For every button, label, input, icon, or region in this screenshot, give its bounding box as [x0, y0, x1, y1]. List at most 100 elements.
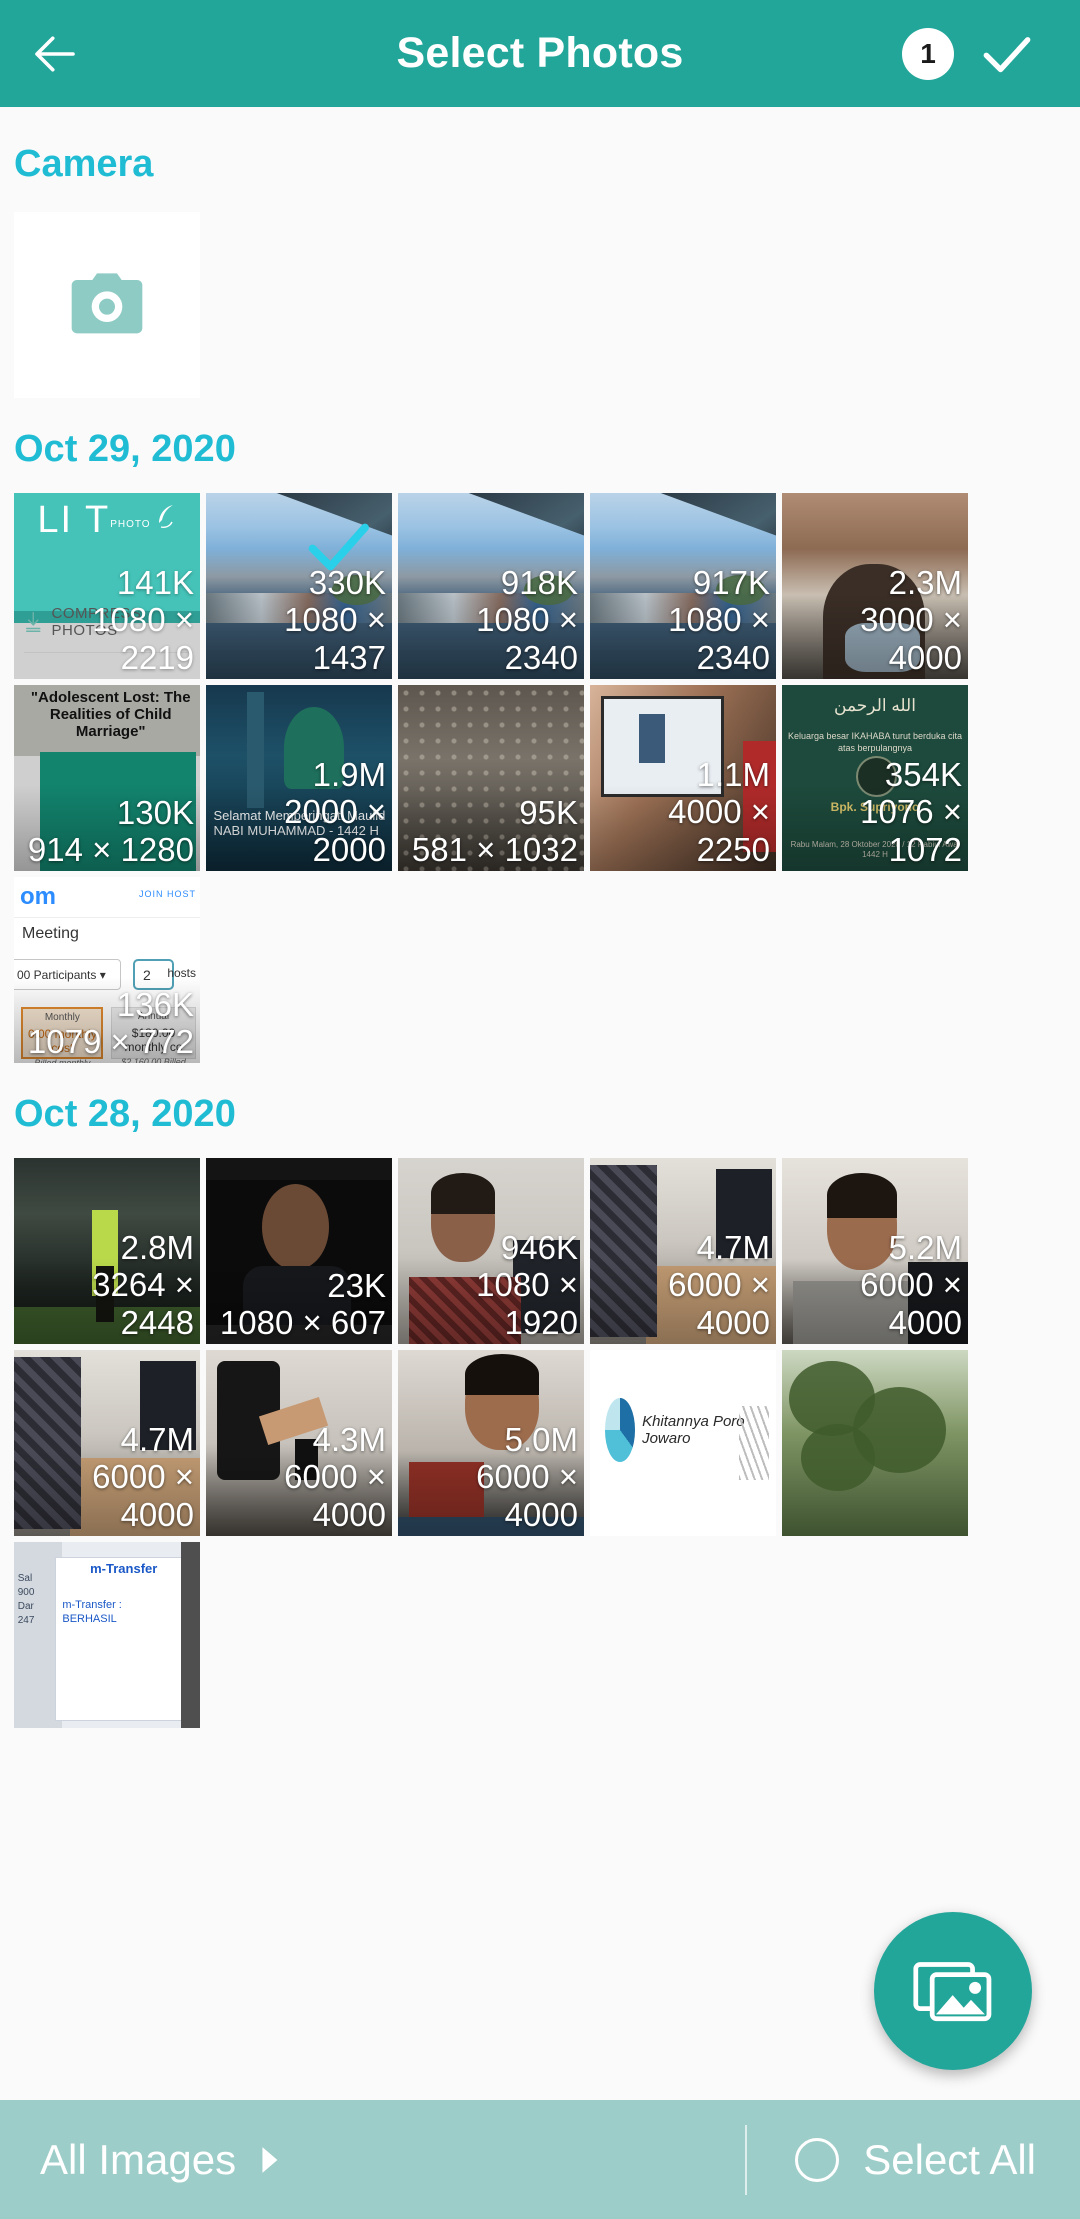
date-header-oct-29: Oct 29, 2020: [14, 428, 236, 470]
caret-right-icon: [262, 2146, 278, 2173]
zoom-logo-text: om: [20, 883, 56, 910]
app-bar-actions: 1: [902, 23, 1080, 85]
select-all-button[interactable]: Select All: [747, 2136, 1080, 2184]
tile-meta: 4.3M 6000 × 4000: [206, 1422, 392, 1536]
tile-meta: 130K 914 × 1280: [14, 785, 200, 871]
dimensions: 3000 × 4000: [860, 601, 962, 676]
tile-meta: 330K 1080 × 1437: [206, 565, 392, 679]
dimensions: 6000 × 4000: [92, 1458, 194, 1533]
tile-meta: 2.8M 3264 × 2448: [14, 1230, 200, 1344]
selected-count-badge: 1: [902, 27, 954, 80]
file-size: 4.7M: [120, 1421, 194, 1458]
arabic-text: الله الرحمن: [834, 696, 916, 716]
photo-tile-compress[interactable]: LI T PHOTO COMPRESS PHOTOS 141K 1080 × 2…: [14, 493, 200, 679]
photo-grid-oct-29: LI T PHOTO COMPRESS PHOTOS 141K 1080 × 2…: [0, 493, 1080, 1063]
file-size: 141K: [116, 564, 194, 601]
photo-picker-scroll[interactable]: Camera Oct 29, 2020 LI T PHOTO COMPRESS …: [0, 107, 1080, 2090]
photo-tile[interactable]: 4.7M 6000 × 4000: [14, 1350, 200, 1536]
file-size: 946K: [500, 1229, 578, 1266]
photo-tile[interactable]: الله الرحمن Keluarga besar IKAHABA turut…: [782, 685, 968, 871]
file-size: 130K: [116, 794, 194, 831]
file-size: 136K: [116, 986, 194, 1023]
photo-tile[interactable]: "Adolescent Lost: The Realities of Child…: [14, 685, 200, 871]
camera-section-title: Camera: [14, 143, 154, 185]
mtransfer-gray-3: Dar: [17, 1600, 34, 1612]
photo-tile[interactable]: 917K 1080 × 2340: [590, 493, 776, 679]
file-size: 5.0M: [504, 1421, 578, 1458]
dimensions: 6000 × 4000: [860, 1266, 962, 1341]
photo-tile[interactable]: 5.0M 6000 × 4000: [398, 1350, 584, 1536]
confirm-button[interactable]: [976, 23, 1038, 85]
photo-tile[interactable]: 23K 1080 × 607: [206, 1158, 392, 1344]
mtransfer-line-1: m-Transfer :: [62, 1598, 122, 1611]
dimensions: 2000 × 2000: [284, 793, 386, 868]
mtransfer-gray-1: Sal: [17, 1572, 33, 1584]
circle-outline-icon: [795, 2137, 840, 2182]
tile-artwork: m-Transfer m-Transfer : BERHASIL Sal 900…: [14, 1542, 200, 1728]
dimensions: 4000 × 2250: [668, 793, 770, 868]
photo-tile[interactable]: 1.1M 4000 × 2250: [590, 685, 776, 871]
photo-tile[interactable]: m-Transfer m-Transfer : BERHASIL Sal 900…: [14, 1542, 200, 1728]
photo-tile[interactable]: 4.3M 6000 × 4000: [206, 1350, 392, 1536]
lit-logo-text: LI T: [37, 499, 111, 541]
photo-tile[interactable]: [782, 1350, 968, 1536]
poster-headline: "Adolescent Lost: The Realities of Child…: [30, 688, 191, 740]
photo-tile[interactable]: 946K 1080 × 1920: [398, 1158, 584, 1344]
album-selector[interactable]: All Images: [0, 2136, 284, 2184]
file-size: 354K: [884, 756, 962, 793]
mtransfer-gray-4: 247: [17, 1614, 35, 1626]
camera-capture-tile[interactable]: [14, 212, 200, 398]
photo-library-fab[interactable]: [874, 1912, 1032, 2070]
file-size: 5.2M: [888, 1229, 962, 1266]
dimensions: 6000 × 4000: [668, 1266, 770, 1341]
select-all-label: Select All: [863, 2135, 1036, 2183]
dimensions: 1080 × 2340: [668, 601, 770, 676]
date-header-oct-28: Oct 28, 2020: [14, 1093, 236, 1135]
photo-tile[interactable]: 95K 581 × 1032: [398, 685, 584, 871]
camera-icon: [71, 273, 143, 334]
tile-meta: 354K 1076 × 1072: [782, 757, 968, 871]
dimensions: 1080 × 2340: [476, 601, 578, 676]
dimensions: 581 × 1032: [411, 831, 578, 868]
dimensions: 3264 × 2448: [92, 1266, 194, 1341]
dimensions: 1080 × 2219: [92, 601, 194, 676]
dimensions: 6000 × 4000: [476, 1458, 578, 1533]
dimensions: 1080 × 1437: [284, 601, 386, 676]
tile-meta: 1.1M 4000 × 2250: [590, 757, 776, 871]
photo-tile[interactable]: 918K 1080 × 2340: [398, 493, 584, 679]
file-size: 1.1M: [696, 756, 770, 793]
photo-tile[interactable]: 4.7M 6000 × 4000: [590, 1158, 776, 1344]
tile-meta: 917K 1080 × 2340: [590, 565, 776, 679]
dimensions: 1076 × 1072: [860, 793, 962, 868]
tile-artwork: Khitannya Poro Jowaro: [590, 1350, 776, 1536]
file-size: 2.8M: [120, 1229, 194, 1266]
dimensions: 6000 × 4000: [284, 1458, 386, 1533]
file-size: 918K: [500, 564, 578, 601]
tile-meta: 141K 1080 × 2219: [14, 565, 200, 679]
zoom-nav-links: JOIN HOST: [138, 889, 196, 899]
file-size: 23K: [327, 1267, 386, 1304]
tile-meta: 1.9M 2000 × 2000: [206, 757, 392, 871]
file-size: 4.7M: [696, 1229, 770, 1266]
photo-tile[interactable]: 2.8M 3264 × 2448: [14, 1158, 200, 1344]
file-size: 2.3M: [888, 564, 962, 601]
photo-tile[interactable]: Selamat Memperingati Maulid NABI MUHAMMA…: [206, 685, 392, 871]
file-size: 95K: [519, 794, 578, 831]
back-button[interactable]: [0, 0, 110, 107]
photo-tile[interactable]: om JOIN HOST Meeting 00 Participants ▾ 2…: [14, 877, 200, 1063]
file-size: 4.3M: [312, 1421, 386, 1458]
tile-meta: 946K 1080 × 1920: [398, 1230, 584, 1344]
tile-meta: 5.0M 6000 × 4000: [398, 1422, 584, 1536]
photo-tile[interactable]: 330K 1080 × 1437: [206, 493, 392, 679]
photo-tile[interactable]: 2.3M 3000 × 4000: [782, 493, 968, 679]
feather-icon: [158, 505, 173, 528]
tile-meta: 4.7M 6000 × 4000: [590, 1230, 776, 1344]
photo-tile[interactable]: 5.2M 6000 × 4000: [782, 1158, 968, 1344]
photo-tile[interactable]: Khitannya Poro Jowaro: [590, 1350, 776, 1536]
tile-artwork: [782, 1350, 968, 1536]
file-size: 917K: [692, 564, 770, 601]
tile-meta: 918K 1080 × 2340: [398, 565, 584, 679]
dimensions: 1080 × 607: [219, 1304, 386, 1341]
tile-meta: 5.2M 6000 × 4000: [782, 1230, 968, 1344]
tile-meta: 4.7M 6000 × 4000: [14, 1422, 200, 1536]
